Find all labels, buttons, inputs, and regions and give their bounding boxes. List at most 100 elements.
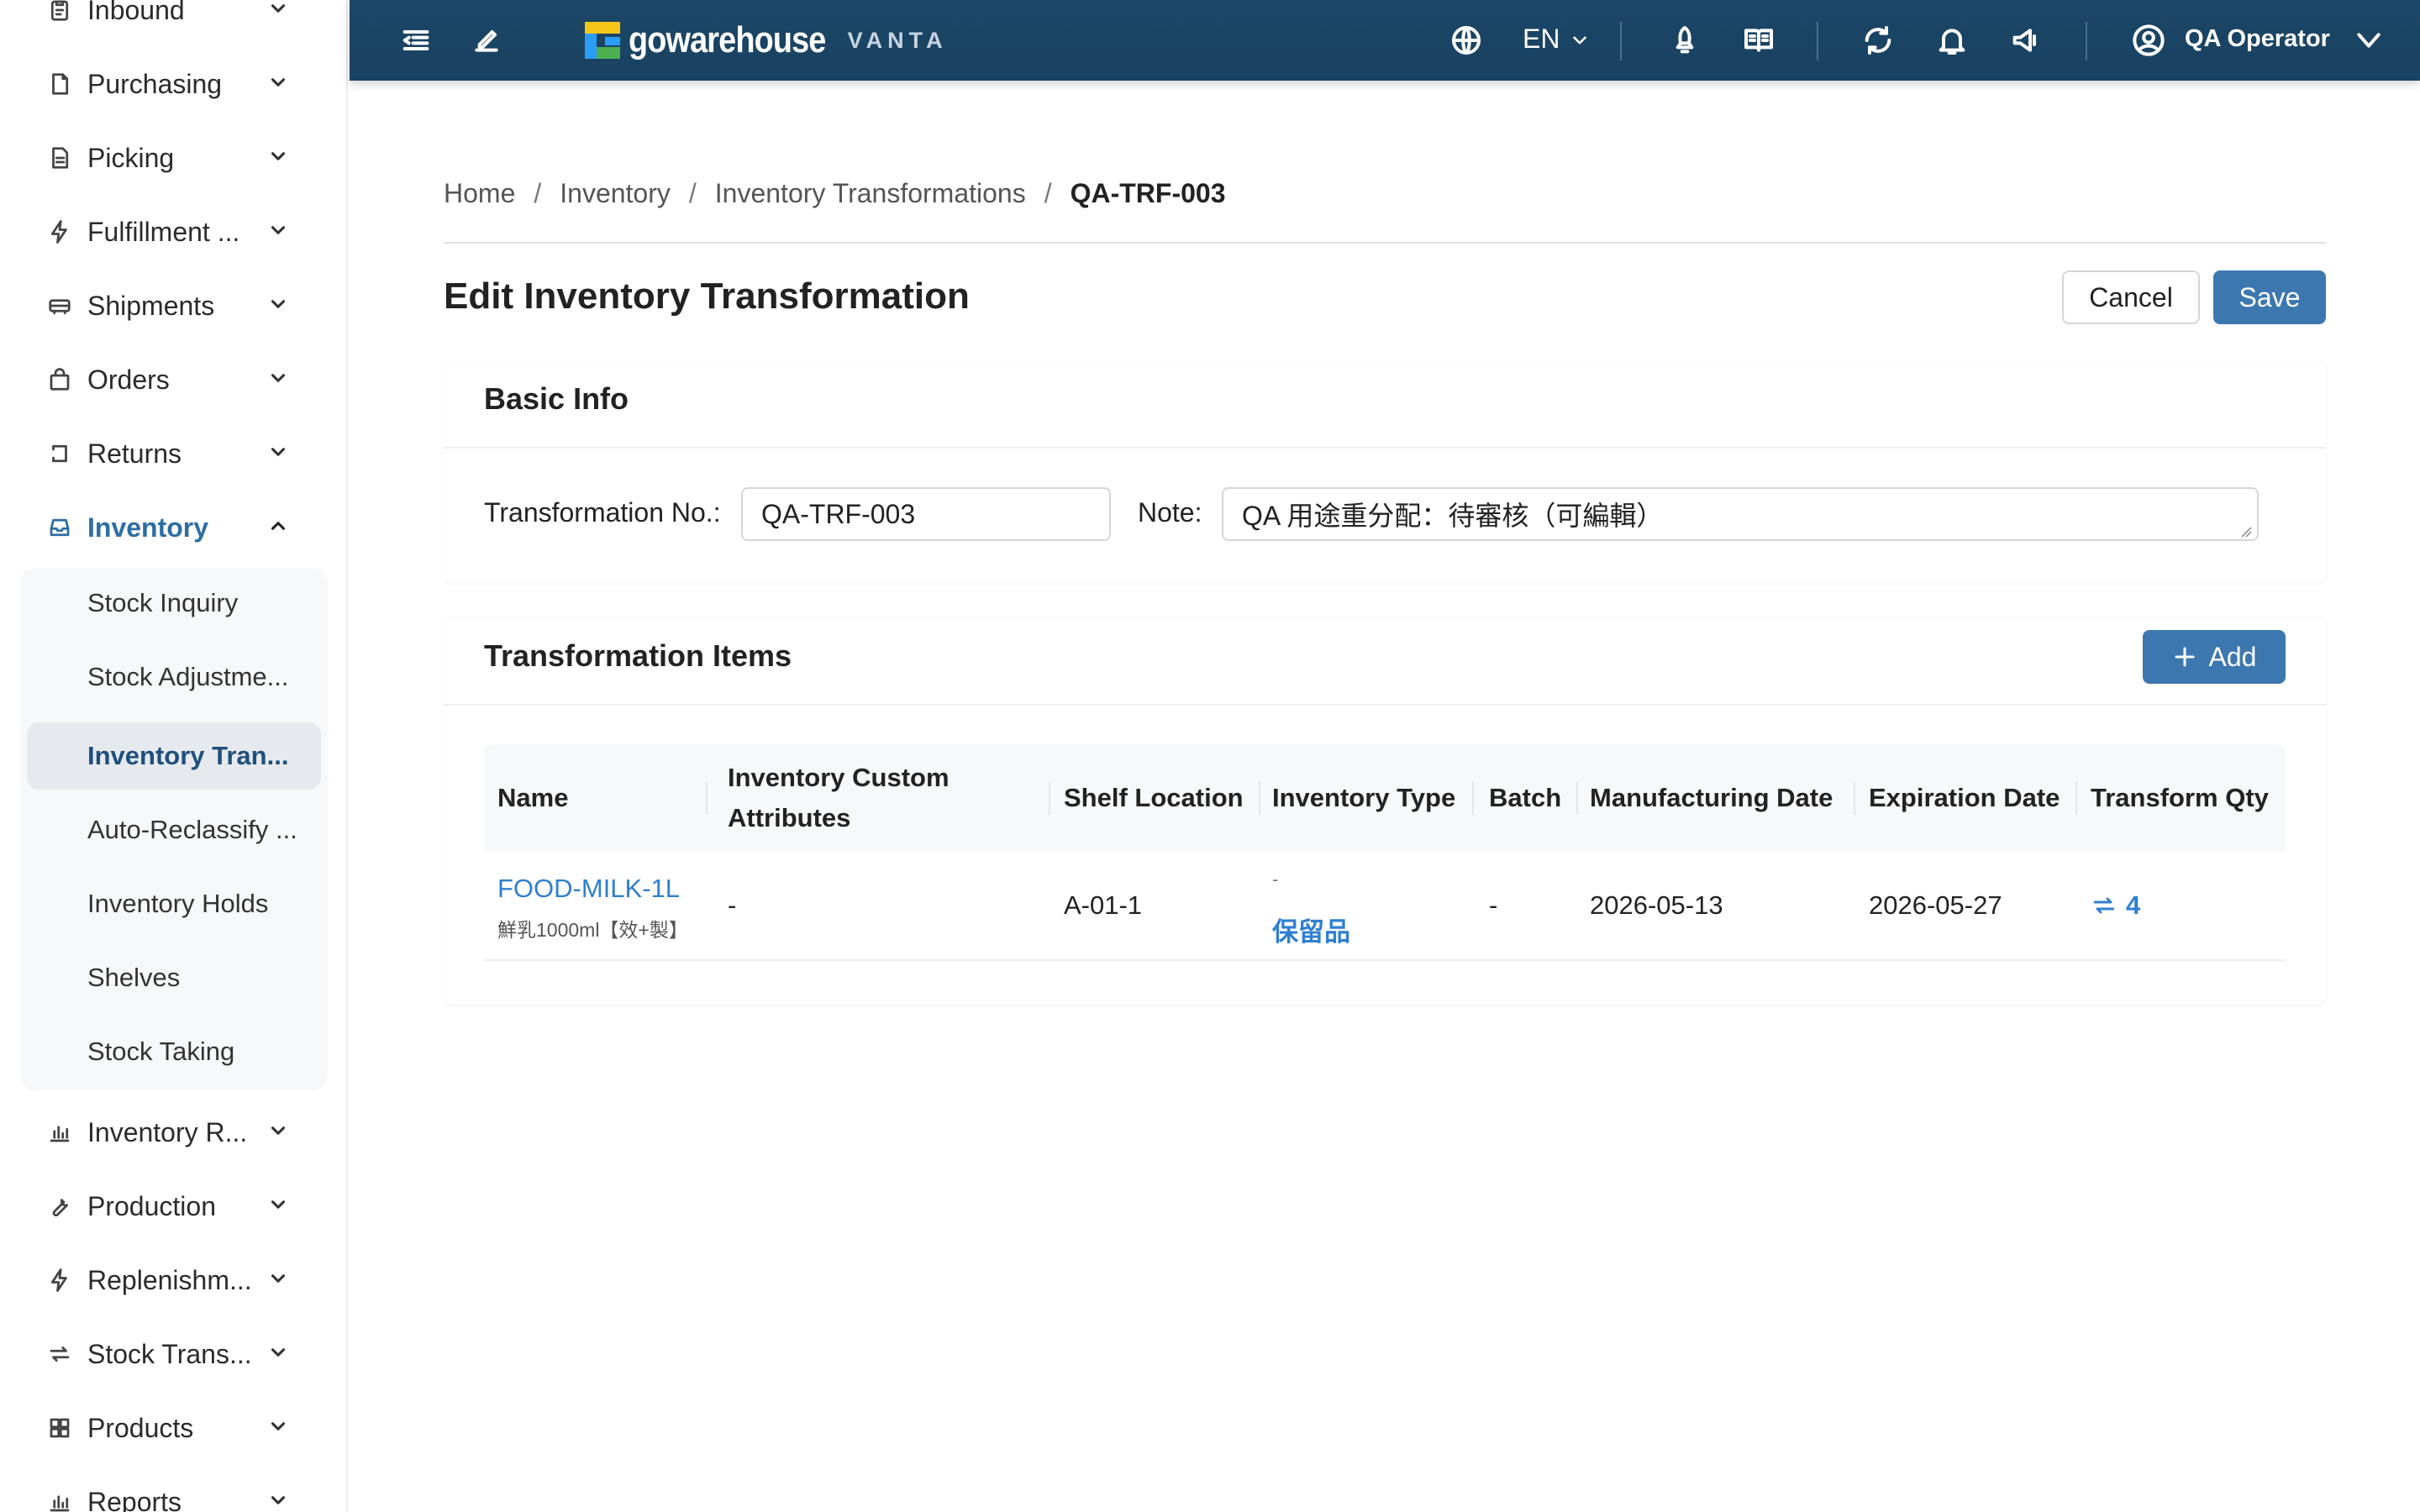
breadcrumb-separator: / bbox=[688, 178, 697, 208]
column-separator bbox=[1472, 781, 1474, 815]
book-icon[interactable] bbox=[1739, 21, 1778, 60]
item-inventory-type-to[interactable]: 保留品 bbox=[1272, 911, 1350, 948]
column-separator bbox=[2075, 781, 2077, 815]
column-header-inventory-type: Inventory Type bbox=[1272, 783, 1456, 812]
inbox-icon bbox=[45, 513, 74, 542]
sidebar-item-production[interactable]: Production bbox=[0, 1169, 346, 1243]
sidebar-subitem-label: Shelves bbox=[87, 963, 181, 992]
sidebar-item-label: Stock Trans... bbox=[87, 1338, 252, 1369]
column-header-custom-attributes-line1: Inventory Custom bbox=[728, 763, 950, 792]
sidebar-item-label: Production bbox=[87, 1190, 216, 1221]
breadcrumb-inventory-transformations[interactable]: Inventory Transformations bbox=[715, 178, 1026, 209]
sidebar-subitem-stock-adjustment[interactable]: Stock Adjustme... bbox=[27, 643, 321, 711]
breadcrumb-current: QA-TRF-003 bbox=[1070, 178, 1226, 208]
chevron-down-icon bbox=[267, 1341, 292, 1367]
sidebar-item-stock-transfer[interactable]: Stock Trans... bbox=[0, 1317, 346, 1391]
transformation-no-label: Transformation No.: bbox=[484, 497, 721, 528]
sidebar-item-reports[interactable]: Reports bbox=[0, 1465, 346, 1512]
chevron-down-icon bbox=[267, 0, 292, 23]
page-title: Edit Inventory Transformation bbox=[444, 276, 970, 317]
add-item-label: Add bbox=[2208, 641, 2257, 672]
sidebar-item-shipments[interactable]: Shipments bbox=[0, 269, 346, 343]
basic-info-card: Basic Info Transformation No.: Note: bbox=[444, 361, 2326, 583]
sidebar-subitem-inventory-holds[interactable]: Inventory Holds bbox=[27, 870, 321, 937]
sidebar-subitem-auto-reclassify[interactable]: Auto-Reclassify ... bbox=[27, 796, 321, 864]
sidebar-item-inventory[interactable]: Inventory bbox=[0, 491, 346, 564]
item-shelf-location: A-01-1 bbox=[1064, 890, 1143, 920]
breadcrumb-separator: / bbox=[1044, 178, 1052, 208]
breadcrumb: Home / Inventory / Inventory Transformat… bbox=[444, 178, 1226, 209]
menu-collapse-icon[interactable] bbox=[397, 21, 435, 60]
save-button[interactable]: Save bbox=[2213, 270, 2326, 324]
language-selector[interactable]: EN bbox=[1523, 24, 1560, 55]
return-icon bbox=[45, 439, 74, 468]
item-custom-attributes: - bbox=[728, 890, 737, 920]
rocket-icon[interactable] bbox=[1665, 21, 1704, 60]
chevron-down-icon bbox=[267, 1415, 292, 1441]
sidebar-item-label: Picking bbox=[87, 142, 175, 173]
logo-mark-icon bbox=[585, 22, 620, 59]
sidebar-subitem-stock-inquiry[interactable]: Stock Inquiry bbox=[27, 570, 321, 637]
sidebar-item-products[interactable]: Products bbox=[0, 1391, 346, 1465]
bar-chart-icon bbox=[45, 1118, 74, 1147]
sidebar-subitem-stock-taking[interactable]: Stock Taking bbox=[27, 1018, 321, 1085]
sidebar-item-label: Replenishm... bbox=[87, 1264, 252, 1295]
sidebar-item-returns[interactable]: Returns bbox=[0, 417, 346, 491]
cancel-button[interactable]: Cancel bbox=[2062, 270, 2200, 324]
item-description: 鮮乳1000ml【效+製】 bbox=[497, 919, 688, 941]
breadcrumb-home[interactable]: Home bbox=[444, 178, 515, 209]
sidebar-item-label: Inventory bbox=[87, 512, 209, 543]
user-name[interactable]: QA Operator bbox=[2185, 25, 2330, 53]
pencil-icon[interactable] bbox=[467, 21, 506, 60]
resize-handle-icon[interactable] bbox=[2240, 526, 2252, 538]
sidebar-item-label: Shipments bbox=[87, 290, 215, 321]
column-header-custom-attributes-line2: Attributes bbox=[728, 803, 851, 832]
brand-logo[interactable]: gowarehouse VANTA bbox=[585, 17, 948, 64]
sidebar-item-inventory-reports[interactable]: Inventory R... bbox=[0, 1095, 346, 1169]
sidebar-item-replenishment[interactable]: Replenishm... bbox=[0, 1243, 346, 1317]
sidebar-subitem-label: Auto-Reclassify ... bbox=[87, 815, 297, 844]
transformation-no-input[interactable] bbox=[741, 487, 1111, 541]
sidebar-item-fulfillment[interactable]: Fulfillment ... bbox=[0, 195, 346, 269]
item-inventory-type-from: - bbox=[1272, 869, 1279, 890]
bell-icon[interactable] bbox=[1933, 21, 1971, 60]
user-avatar-icon[interactable] bbox=[2129, 21, 2168, 60]
page-divider bbox=[444, 242, 2326, 244]
inventory-submenu: Stock Inquiry Stock Adjustme... Inventor… bbox=[20, 568, 328, 1090]
refresh-icon[interactable] bbox=[1859, 21, 1897, 60]
chevron-down-icon bbox=[267, 145, 292, 171]
sidebar-subitem-shelves[interactable]: Shelves bbox=[27, 944, 321, 1011]
chevron-down-icon[interactable] bbox=[1565, 25, 1595, 55]
lightning-icon bbox=[45, 1266, 74, 1294]
sidebar-item-purchasing[interactable]: Purchasing bbox=[0, 47, 346, 121]
note-textarea[interactable] bbox=[1222, 487, 2259, 541]
chevron-down-icon[interactable] bbox=[2349, 21, 2388, 60]
transformation-items-title: Transformation Items bbox=[484, 638, 792, 673]
brand-name: gowarehouse bbox=[629, 19, 826, 60]
item-manufacturing-date: 2026-05-13 bbox=[1590, 890, 1723, 920]
sidebar-item-orders[interactable]: Orders bbox=[0, 343, 346, 417]
globe-icon[interactable] bbox=[1447, 21, 1486, 60]
item-transform-qty[interactable]: 4 bbox=[2091, 890, 2140, 921]
item-transform-qty-value: 4 bbox=[2126, 890, 2141, 920]
column-header-expiration-date: Expiration Date bbox=[1869, 783, 2060, 812]
chevron-down-icon bbox=[267, 1120, 292, 1145]
header-divider bbox=[1620, 22, 1622, 60]
chevron-down-icon bbox=[267, 1194, 292, 1219]
sidebar-subitem-label: Inventory Holds bbox=[87, 889, 269, 918]
column-header-manufacturing-date: Manufacturing Date bbox=[1590, 783, 1833, 812]
breadcrumb-separator: / bbox=[534, 178, 542, 208]
sidebar-item-picking[interactable]: Picking bbox=[0, 121, 346, 195]
bag-icon bbox=[45, 365, 74, 394]
sidebar-item-label: Purchasing bbox=[87, 68, 223, 99]
chevron-down-icon bbox=[267, 441, 292, 466]
sidebar-item-inbound[interactable]: Inbound bbox=[0, 0, 346, 47]
breadcrumb-inventory[interactable]: Inventory bbox=[560, 178, 671, 209]
add-item-button[interactable]: Add bbox=[2143, 630, 2286, 684]
bar-chart-icon bbox=[45, 1488, 74, 1512]
item-sku-link[interactable]: FOOD-MILK-1L bbox=[497, 874, 680, 904]
lightning-icon bbox=[45, 218, 74, 246]
sidebar-subitem-inventory-transformations[interactable]: Inventory Tran... bbox=[27, 722, 321, 790]
megaphone-icon[interactable] bbox=[2007, 21, 2045, 60]
truck-icon bbox=[45, 291, 74, 320]
